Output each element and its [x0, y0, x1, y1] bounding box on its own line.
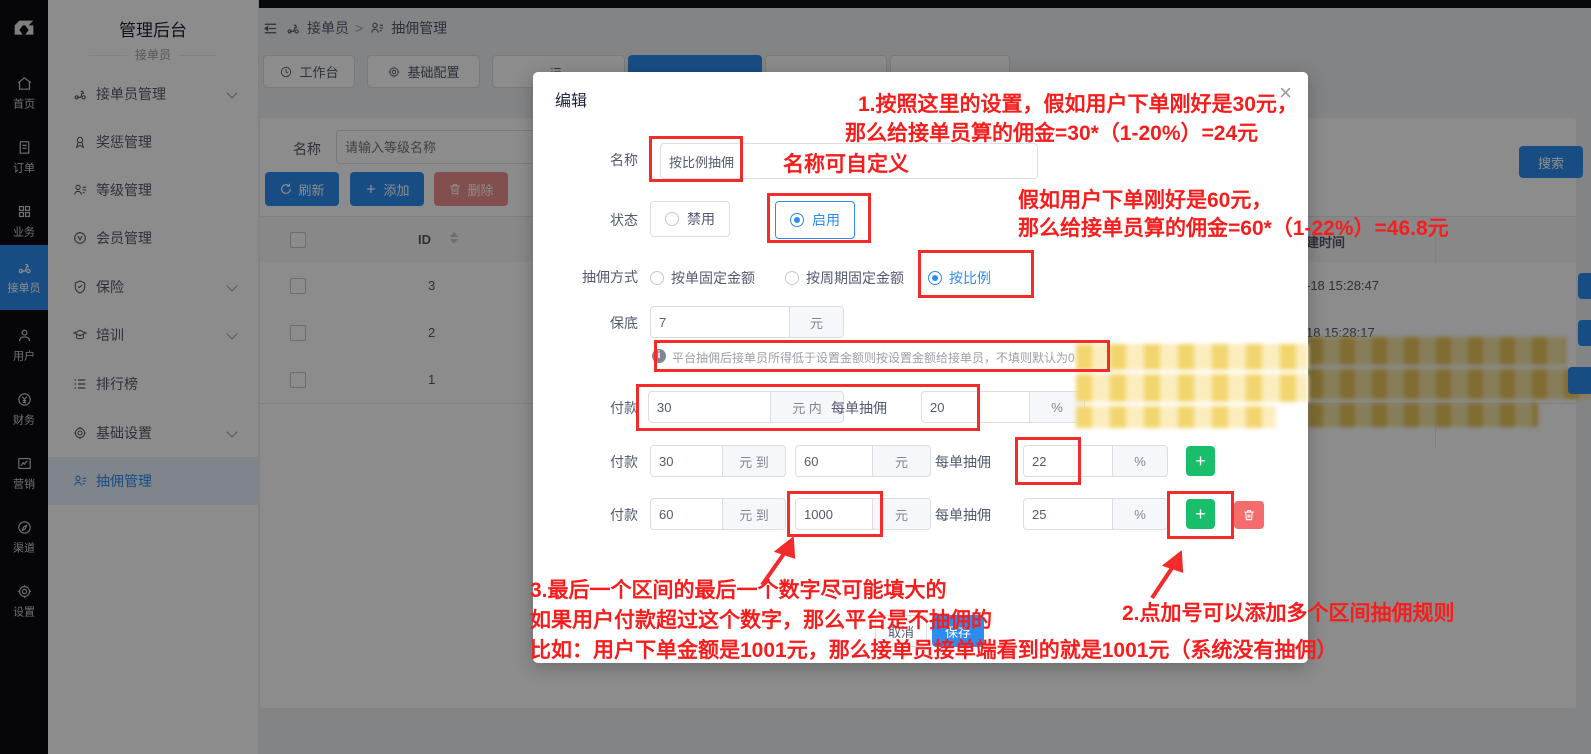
tier3-from-input[interactable]: [650, 498, 723, 530]
tier2-to-group: 元: [795, 445, 931, 477]
status-label: 状态: [533, 210, 638, 230]
save-button[interactable]: 保存: [932, 615, 984, 647]
tier2-rate-unit: %: [1113, 445, 1168, 477]
radio-icon: [665, 212, 679, 226]
rate-label: 每单抽佣: [935, 505, 1005, 525]
tier3-rate-group: %: [1023, 498, 1168, 530]
radio-icon: [785, 271, 799, 285]
highlight-hint-box: [654, 340, 1110, 372]
censored-region: [1076, 406, 1276, 428]
floor-label: 保底: [533, 313, 638, 333]
name-label: 名称: [533, 150, 638, 170]
trash-icon: [1242, 508, 1256, 522]
tier3-from-group: 元 到: [650, 498, 786, 530]
highlight-name-box: [649, 136, 743, 182]
tier2-from-input[interactable]: [650, 445, 723, 477]
radio-icon: [650, 271, 664, 285]
cancel-button[interactable]: 取消: [875, 615, 927, 647]
highlight-rate22-box: [1015, 437, 1081, 485]
tier-label: 付款: [533, 505, 638, 525]
method-fixed-per-order-radio[interactable]: 按单固定金额: [650, 268, 755, 288]
close-icon[interactable]: ×: [1279, 80, 1292, 106]
method-fixed-per-period-radio[interactable]: 按周期固定金额: [785, 268, 904, 288]
modal-title: 编辑: [555, 87, 587, 111]
delete-tier-button[interactable]: [1234, 501, 1264, 529]
edit-modal: 编辑 × 名称 状态 禁用 启用 抽佣方式 按单固定金额 按周期固定金额 按比例…: [533, 72, 1308, 663]
tier2-to-unit: 元: [873, 445, 931, 477]
highlight-ratio-box: [918, 250, 1034, 298]
highlight-1000-box: [787, 491, 883, 537]
rate-label: 每单抽佣: [935, 452, 1005, 472]
floor-unit: 元: [790, 306, 844, 338]
tier3-rate-input[interactable]: [1023, 498, 1113, 530]
highlight-tier1-box: [636, 384, 980, 431]
add-tier-button[interactable]: +: [1186, 446, 1215, 476]
censored-region: [1076, 344, 1308, 370]
censored-region: [1076, 374, 1308, 402]
app-window: 首页 订单 业务 接单员 用户 财务 营销 渠道 设置 管理后台 接单员 接单员…: [0, 0, 1591, 754]
tier-label: 付款: [533, 398, 638, 418]
highlight-enabled-box: [767, 193, 871, 243]
highlight-plus-box: [1167, 491, 1234, 539]
tier2-from-group: 元 到: [650, 445, 786, 477]
tier3-rate-unit: %: [1113, 498, 1168, 530]
floor-input[interactable]: [650, 306, 790, 338]
tier3-from-unit: 元 到: [723, 498, 786, 530]
tier2-from-unit: 元 到: [723, 445, 786, 477]
tier-label: 付款: [533, 452, 638, 472]
tier2-to-input[interactable]: [795, 445, 873, 477]
method-label: 抽佣方式: [533, 267, 638, 287]
status-disabled-radio[interactable]: 禁用: [650, 201, 730, 237]
floor-group: 元: [650, 306, 844, 338]
